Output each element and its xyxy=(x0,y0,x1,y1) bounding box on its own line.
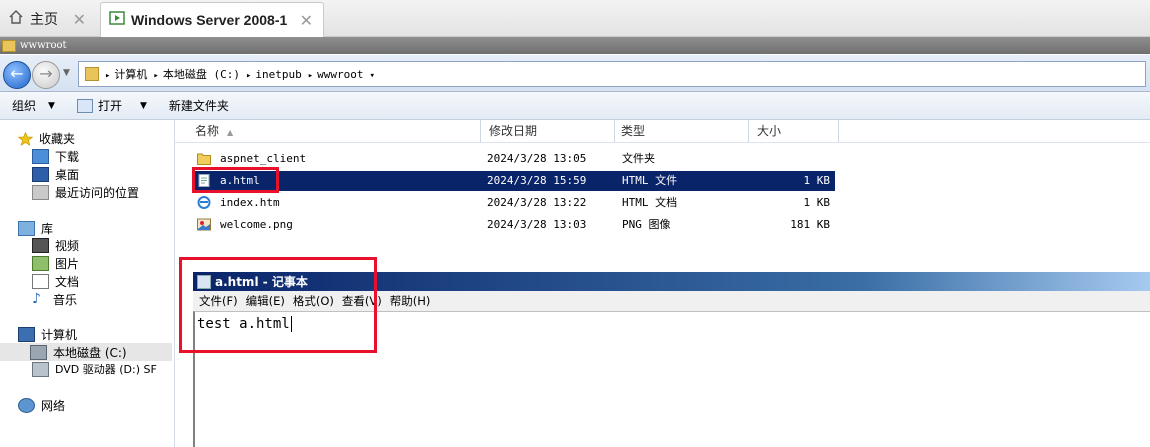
tab-home[interactable]: 主页 ✕ xyxy=(0,3,96,35)
vm-icon xyxy=(109,10,125,30)
network-icon xyxy=(18,398,35,413)
chevron-down-icon[interactable]: ▼ xyxy=(63,68,70,78)
column-size[interactable]: 大小 xyxy=(749,120,839,142)
html-file-icon xyxy=(197,174,211,187)
menu-format[interactable]: 格式(O) xyxy=(293,293,334,309)
organize-button[interactable]: 组织 ▼ xyxy=(12,97,55,114)
video-icon xyxy=(32,238,49,253)
nav-documents[interactable]: 文档 xyxy=(32,273,79,290)
tab-vm-label: Windows Server 2008-1 xyxy=(131,12,288,28)
ie-document-icon xyxy=(197,196,211,209)
nav-desktop[interactable]: 桌面 xyxy=(32,166,79,183)
notepad-title: a.html - 记事本 xyxy=(215,275,308,289)
breadcrumb-dropdown[interactable]: ▾ xyxy=(370,68,379,81)
nav-downloads[interactable]: 下载 xyxy=(32,148,79,165)
table-row[interactable]: aspnet_client 2024/3/28 13:05 文件夹 xyxy=(192,149,835,169)
drive-icon xyxy=(30,344,47,360)
table-row[interactable]: welcome.png 2024/3/28 13:03 PNG 图像 181 K… xyxy=(192,215,835,235)
breadcrumb-inetpub[interactable]: ▸ inetpub xyxy=(246,68,302,81)
navigation-pane: 收藏夹 下载 桌面 最近访问的位置 库 视频 图片 文档 ♪ 音乐 计算机 本地… xyxy=(0,120,175,447)
folder-icon xyxy=(2,39,16,52)
chevron-down-icon: ▼ xyxy=(48,100,55,111)
nav-recent-places[interactable]: 最近访问的位置 xyxy=(32,184,139,201)
computer-icon xyxy=(18,327,35,342)
nav-libraries[interactable]: 库 xyxy=(18,220,53,237)
tab-home-label: 主页 xyxy=(30,12,58,28)
nav-favorites[interactable]: 收藏夹 xyxy=(17,130,75,147)
open-icon xyxy=(76,98,93,113)
folder-icon xyxy=(197,152,211,165)
window-title-bar: wwwroot xyxy=(0,37,1150,54)
notepad-menu-bar: 文件(F) 编辑(E) 格式(O) 查看(V) 帮助(H) xyxy=(193,291,1150,311)
open-button[interactable]: 打开 ▼ xyxy=(76,97,147,114)
star-icon xyxy=(17,131,34,147)
breadcrumb-computer[interactable]: ▸ 计算机 xyxy=(105,66,147,82)
menu-help[interactable]: 帮助(H) xyxy=(390,293,431,309)
text-caret xyxy=(290,316,292,332)
notepad-window: a.html - 记事本 文件(F) 编辑(E) 格式(O) 查看(V) 帮助(… xyxy=(193,272,1150,447)
home-icon xyxy=(8,9,24,29)
table-row-selected[interactable]: a.html 2024/3/28 15:59 HTML 文件 1 KB xyxy=(192,171,835,191)
notepad-icon xyxy=(197,274,211,289)
menu-edit[interactable]: 编辑(E) xyxy=(246,293,285,309)
close-icon[interactable]: ✕ xyxy=(300,11,313,30)
menu-view[interactable]: 查看(V) xyxy=(342,293,382,309)
breadcrumb-local-disk[interactable]: ▸ 本地磁盘 (C:) xyxy=(153,66,240,82)
column-header: 名称 ▲ 修改日期 类型 大小 xyxy=(175,120,1150,143)
back-button[interactable]: ← xyxy=(3,61,31,89)
notepad-text-area[interactable]: test a.html xyxy=(193,311,1150,447)
notepad-title-bar[interactable]: a.html - 记事本 xyxy=(193,272,1150,291)
desktop-icon xyxy=(32,167,49,182)
column-modified[interactable]: 修改日期 xyxy=(481,120,615,142)
pictures-icon xyxy=(32,256,49,271)
close-icon[interactable]: ✕ xyxy=(73,10,86,29)
menu-file[interactable]: 文件(F) xyxy=(199,293,238,309)
nav-dvd-drive[interactable]: DVD 驱动器 (D:) SF xyxy=(32,361,157,377)
address-bar: ← → ▼ ▸ 计算机 ▸ 本地磁盘 (C:) ▸ inetpub ▸ wwwroot … xyxy=(0,55,1150,92)
library-icon xyxy=(18,221,35,236)
breadcrumb-wwwroot[interactable]: ▸ wwwroot xyxy=(308,68,364,81)
column-type[interactable]: 类型 xyxy=(615,120,749,142)
address-field[interactable]: ▸ 计算机 ▸ 本地磁盘 (C:) ▸ inetpub ▸ wwwroot ▾ xyxy=(78,61,1146,87)
forward-button[interactable]: → xyxy=(32,61,60,89)
folder-icon xyxy=(85,67,99,81)
nav-pictures[interactable]: 图片 xyxy=(32,255,79,272)
new-folder-button[interactable]: 新建文件夹 xyxy=(169,97,229,114)
recent-places-icon xyxy=(32,185,49,200)
table-row[interactable]: index.htm 2024/3/28 13:22 HTML 文档 1 KB xyxy=(192,193,835,213)
command-bar: 组织 ▼ 打开 ▼ 新建文件夹 xyxy=(0,92,1150,120)
image-file-icon xyxy=(197,218,211,231)
tab-vm[interactable]: Windows Server 2008-1 ✕ xyxy=(100,2,324,37)
nav-network[interactable]: 网络 xyxy=(18,397,65,414)
notepad-content: test a.html xyxy=(197,316,292,332)
nav-local-disk[interactable]: 本地磁盘 (C:) xyxy=(0,343,172,361)
music-icon: ♪ xyxy=(32,291,41,307)
tab-bar: 主页 ✕ Windows Server 2008-1 ✕ xyxy=(0,0,1150,37)
column-name[interactable]: 名称 ▲ xyxy=(175,120,481,142)
downloads-icon xyxy=(32,149,49,164)
documents-icon xyxy=(32,274,49,289)
window-title: wwwroot xyxy=(20,40,67,51)
nav-music[interactable]: ♪ 音乐 xyxy=(32,291,77,308)
nav-computer[interactable]: 计算机 xyxy=(18,326,77,343)
dvd-drive-icon xyxy=(32,361,49,377)
sort-ascending-icon: ▲ xyxy=(227,128,234,137)
file-list: 名称 ▲ 修改日期 类型 大小 aspnet_client 2024/3/28 1… xyxy=(175,120,1150,257)
nav-videos[interactable]: 视频 xyxy=(32,237,79,254)
chevron-down-icon: ▼ xyxy=(139,100,147,111)
